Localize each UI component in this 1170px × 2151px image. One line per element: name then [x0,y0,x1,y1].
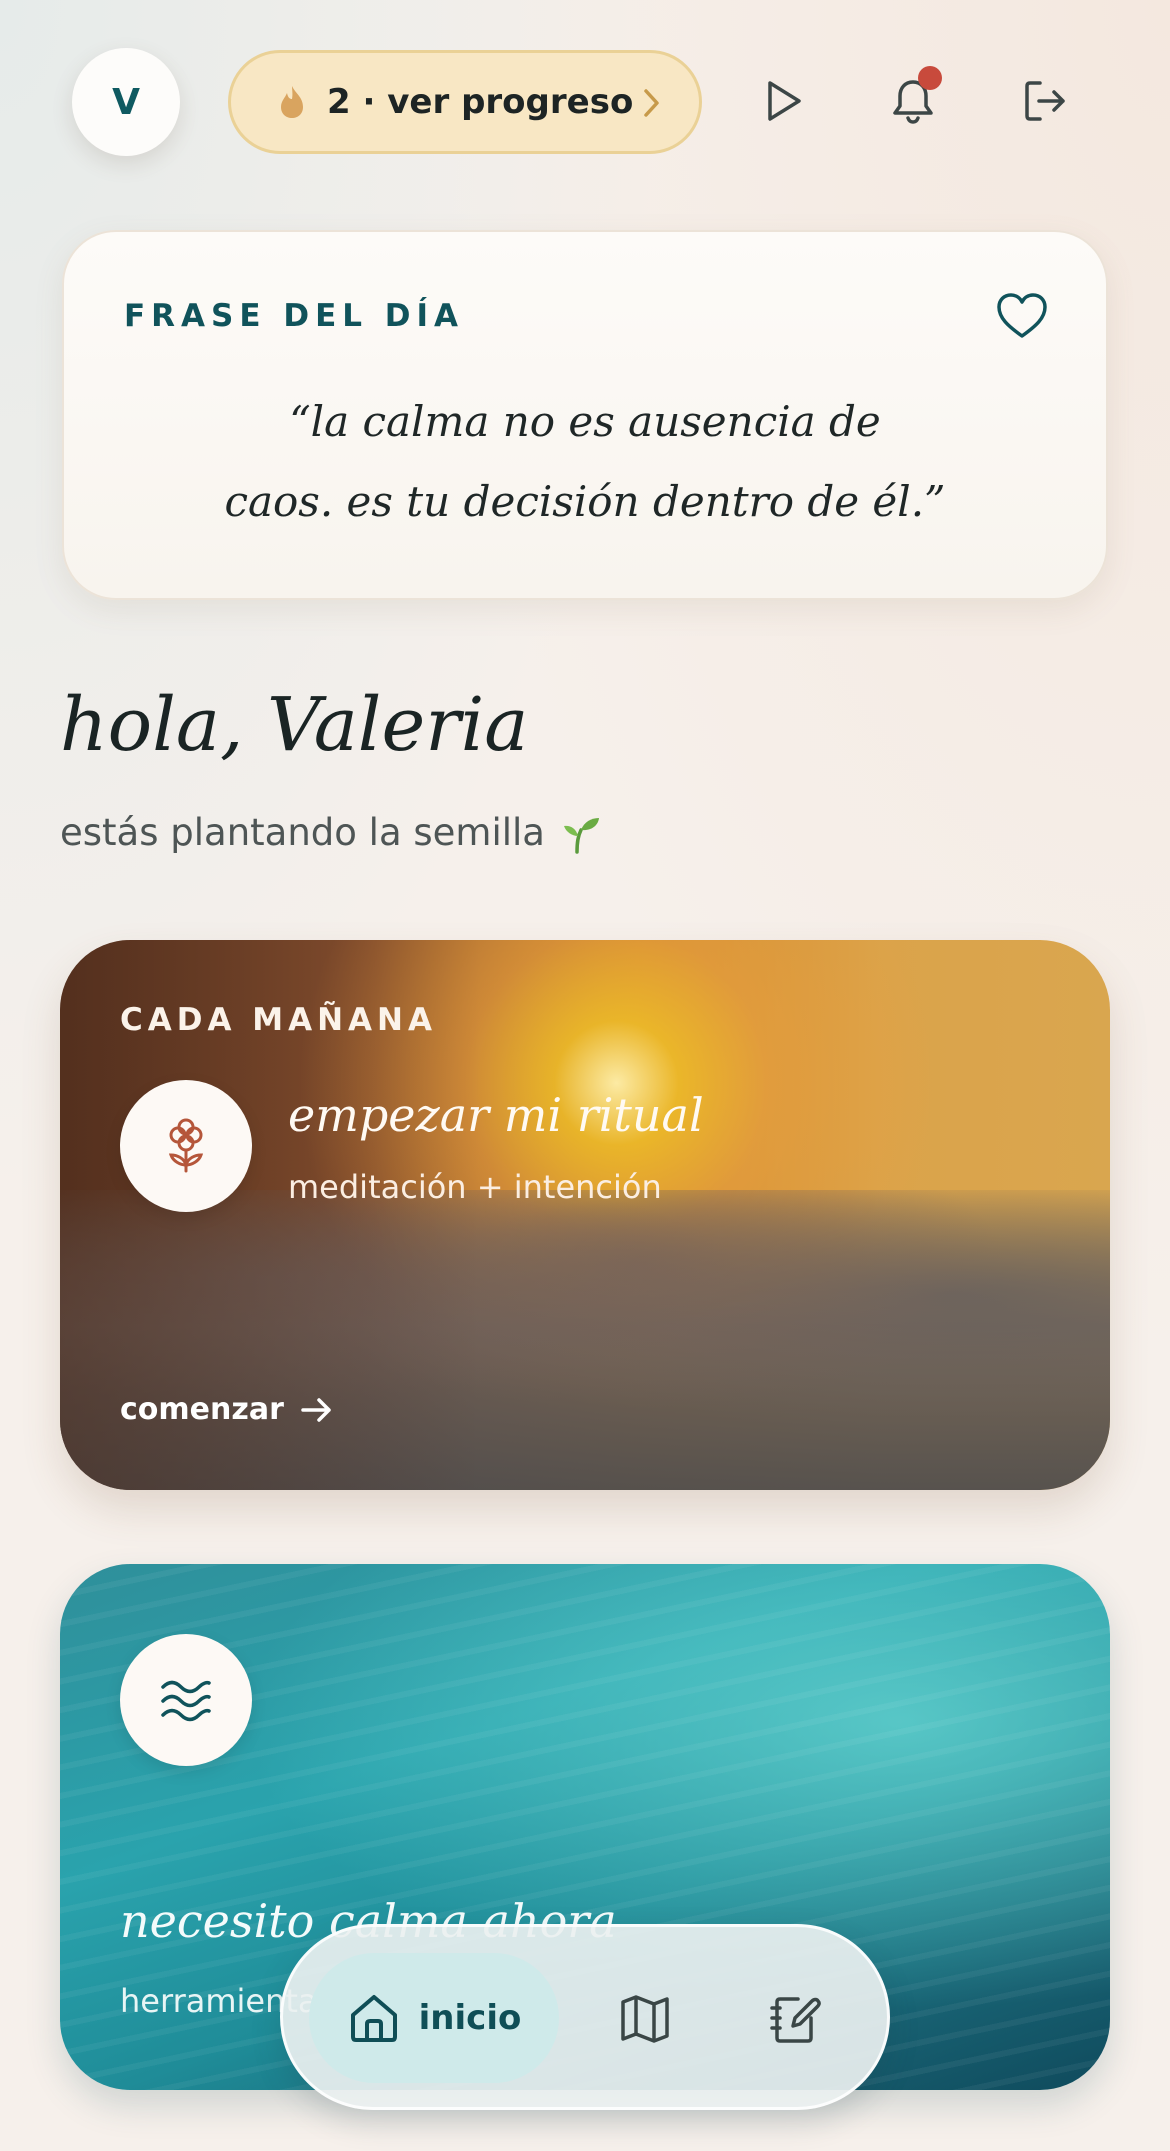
start-ritual-button[interactable]: comenzar [120,1392,334,1427]
quote-text: “la calma no es ausencia de caos. es tu … [104,382,1066,542]
quote-label: FRASE DEL DÍA [124,298,465,334]
flame-icon [281,86,303,118]
quote-line-2: caos. es tu decisión dentro de él.” [224,477,946,526]
bottom-navigation: inicio [280,1924,890,2110]
nav-item-map[interactable] [605,1979,685,2059]
home-icon [350,1995,397,2042]
arrow-right-icon [301,1397,331,1422]
ritual-card-label: CADA MAÑANA [120,1002,437,1038]
notification-dot [918,66,942,90]
play-icon [768,81,801,121]
logout-button[interactable] [1014,70,1076,132]
play-button[interactable] [752,70,814,132]
notifications-button[interactable] [882,66,944,132]
nav-item-home[interactable]: inicio [309,1953,559,2083]
journal-icon [770,1997,821,2043]
greeting-subtitle-text: estás plantando la semilla [60,810,545,854]
top-bar: V 2 · ver progreso [0,0,1170,200]
calm-icon-badge [120,1634,252,1766]
greeting-subtitle: estás plantando la semilla [60,810,601,854]
quote-line-1: “la calma no es ausencia de [289,397,881,446]
chevron-right-icon [644,89,659,117]
streak-progress-button[interactable]: 2 · ver progreso [228,50,702,154]
sprout-icon [563,818,599,854]
start-ritual-label: comenzar [120,1392,284,1427]
morning-ritual-card[interactable]: CADA MAÑANA empezar mi ritual meditación… [60,940,1110,1490]
heart-icon[interactable] [994,290,1050,342]
logout-icon [1025,81,1065,121]
ritual-subtitle: meditación + intención [288,1168,662,1206]
map-icon [621,1995,669,2043]
avatar[interactable]: V [72,48,180,156]
nav-item-journal[interactable] [755,1979,835,2059]
greeting-title: hola, Valeria [60,682,529,768]
streak-label: 2 · ver progreso [327,82,634,122]
ritual-icon-badge [120,1080,252,1212]
ritual-title: empezar mi ritual [288,1088,704,1142]
quote-of-the-day-card: FRASE DEL DÍA “la calma no es ausencia d… [62,230,1108,600]
waves-icon [161,1680,211,1722]
flower-icon [168,1118,204,1173]
nav-home-label: inicio [418,1998,522,2038]
